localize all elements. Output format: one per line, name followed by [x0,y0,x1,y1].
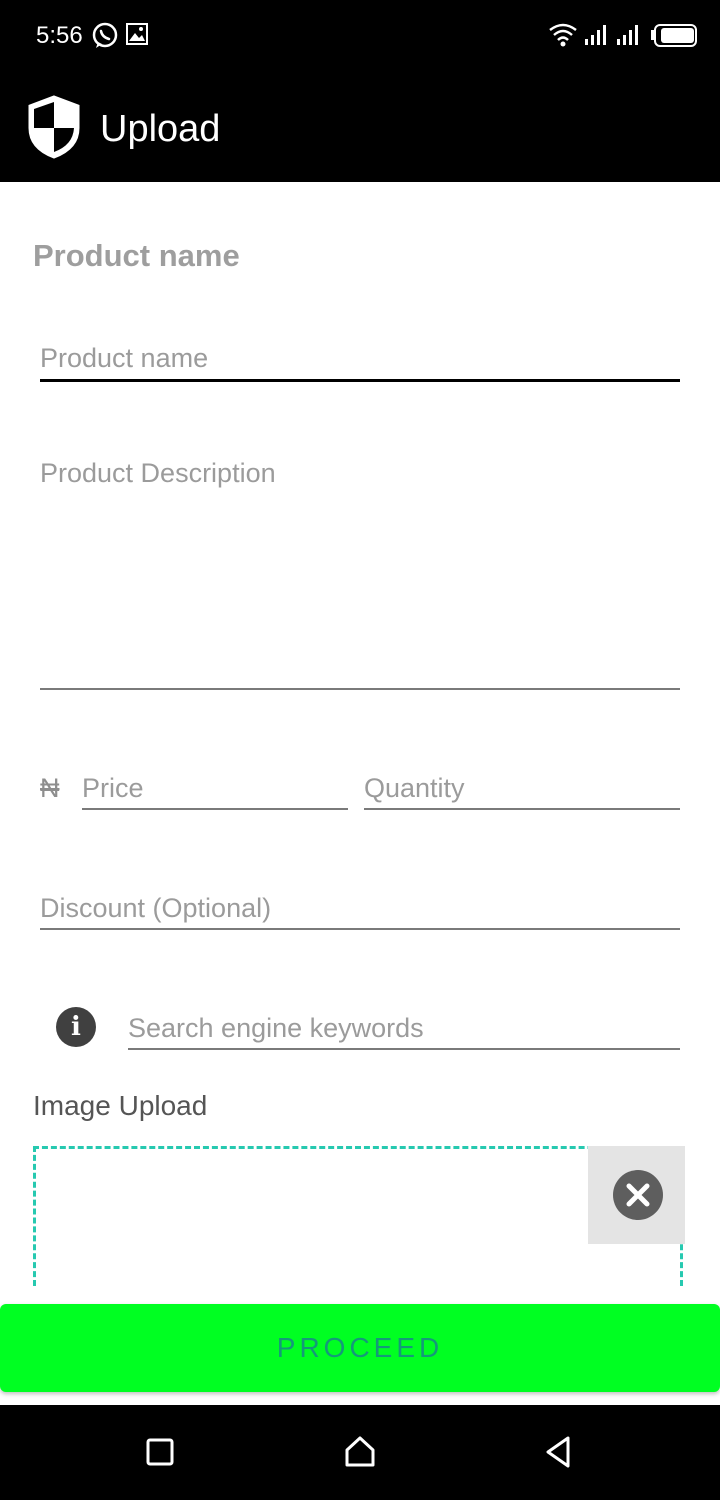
section-title: Product name [33,238,240,273]
product-name-underline [40,379,680,382]
price-underline [82,808,348,810]
product-name-input[interactable] [40,338,680,378]
info-icon[interactable]: i [56,1007,96,1047]
quantity-input[interactable] [364,768,680,808]
close-icon [613,1170,663,1220]
proceed-button[interactable]: PROCEED [0,1304,720,1392]
price-input[interactable] [82,768,348,808]
keywords-input[interactable] [128,1008,680,1048]
shield-icon [28,95,80,159]
description-textarea[interactable] [40,458,680,683]
recents-icon[interactable] [138,1430,182,1474]
description-underline [40,688,680,690]
currency-symbol: ₦ [40,773,60,803]
image-upload-label: Image Upload [33,1090,208,1121]
status-time: 5:56 [36,22,83,49]
keywords-underline [128,1048,680,1050]
battery-icon [651,24,697,47]
whatsapp-icon [92,22,118,48]
home-icon[interactable] [338,1430,382,1474]
navigation-bar [0,1405,720,1500]
app-bar: Upload [0,72,720,182]
signal-icon [585,25,606,45]
gallery-icon [126,23,148,45]
status-bar: 5:56 [0,0,720,72]
quantity-underline [364,808,680,810]
page-title: Upload [100,108,221,150]
wifi-icon [549,23,577,47]
signal-icon [617,25,638,45]
back-icon[interactable] [536,1430,580,1474]
discount-input[interactable] [40,888,680,928]
remove-image-button[interactable] [588,1146,685,1244]
discount-underline [40,928,680,930]
image-upload-dropzone[interactable] [33,1146,683,1286]
